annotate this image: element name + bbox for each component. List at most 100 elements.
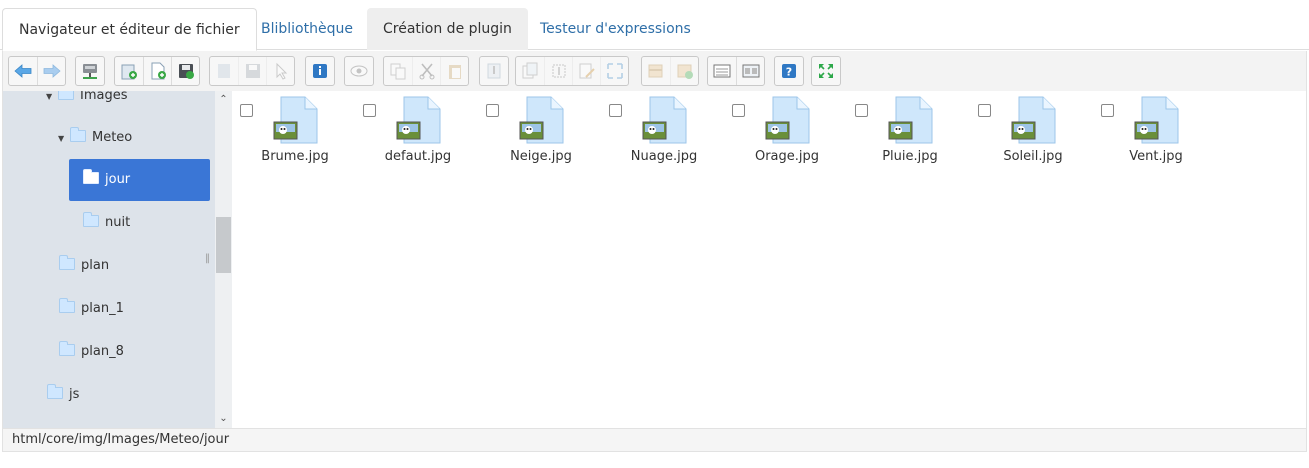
view-list-icon[interactable] [708, 57, 736, 85]
image-file-icon [1134, 96, 1179, 144]
scroll-down-arrow-icon[interactable]: ⌄ [218, 413, 229, 425]
edit-icon[interactable] [572, 57, 600, 85]
file-name: Brume.jpg [261, 149, 329, 164]
image-file-icon [888, 96, 933, 144]
file-checkbox[interactable] [732, 104, 745, 117]
tree-scrollbar[interactable]: ⌃ ⌄ [215, 91, 232, 428]
folder-icon [70, 127, 86, 142]
help-icon[interactable]: ? [775, 57, 803, 85]
file-item[interactable]: Orage.jpg [732, 96, 842, 176]
new-file-icon[interactable] [143, 57, 171, 85]
status-bar-path: html/core/img/Images/Meteo/jour [2, 428, 1307, 452]
file-item[interactable]: Soleil.jpg [978, 96, 1088, 176]
collapse-arrow-icon[interactable]: ▼ [58, 121, 68, 157]
open-group [209, 56, 295, 86]
duplicate-icon[interactable] [516, 57, 544, 85]
resize-grip-icon[interactable]: ‖ [205, 253, 210, 264]
tree-node-plan-8[interactable]: plan_8 [59, 334, 124, 370]
fullscreen-group [811, 56, 841, 86]
archive-group [479, 56, 509, 86]
collapse-arrow-icon[interactable]: ▼ [46, 91, 56, 115]
resize-icon[interactable] [600, 57, 628, 85]
file-item[interactable]: Brume.jpg [240, 96, 350, 176]
back-icon[interactable] [9, 57, 37, 85]
tree-node-plan-1[interactable]: plan_1 [59, 291, 124, 327]
tree-node-js[interactable]: js [47, 377, 79, 413]
open-icon[interactable] [210, 57, 238, 85]
file-checkbox[interactable] [363, 104, 376, 117]
file-name: Soleil.jpg [1003, 149, 1063, 164]
file-name: Vent.jpg [1129, 149, 1183, 164]
tab-library[interactable]: Blibliothèque [245, 8, 369, 50]
folder-icon [58, 91, 74, 100]
file-name: Neige.jpg [510, 149, 572, 164]
view-group [707, 56, 765, 86]
folder-icon [59, 255, 75, 270]
file-checkbox[interactable] [1101, 104, 1114, 117]
save-disabled-icon[interactable] [238, 57, 266, 85]
file-ops-group [114, 56, 200, 86]
clipboard-group [383, 56, 469, 86]
folder-open-icon [83, 169, 99, 184]
folder-tree: ▼ Images ▼ Meteo jour nuit plan plan_1 pla… [2, 91, 232, 428]
extract-icon[interactable] [642, 57, 670, 85]
file-name: Orage.jpg [754, 149, 820, 164]
folder-icon [47, 384, 63, 399]
info-icon[interactable] [306, 57, 334, 85]
file-item[interactable]: Nuage.jpg [609, 96, 719, 176]
select-icon[interactable] [266, 57, 294, 85]
file-item[interactable]: Neige.jpg [486, 96, 596, 176]
image-file-icon [765, 96, 810, 144]
folder-icon [59, 298, 75, 313]
file-checkbox[interactable] [486, 104, 499, 117]
tree-node-meteo[interactable]: ▼ Meteo [58, 120, 132, 156]
preview-icon[interactable] [345, 57, 373, 85]
file-grid: Brume.jpg defaut.jpg Neige.jpg Nuage.jpg… [232, 91, 1307, 428]
save-icon[interactable] [171, 57, 199, 85]
file-item[interactable]: Vent.jpg [1101, 96, 1211, 176]
folder-icon [59, 341, 75, 356]
image-file-icon [396, 96, 441, 144]
file-checkbox[interactable] [978, 104, 991, 117]
fullscreen-icon[interactable] [812, 57, 840, 85]
folder-icon [83, 212, 99, 227]
tab-bar: Navigateur et éditeur de fichier Bliblio… [0, 8, 1309, 51]
view-icons-icon[interactable] [736, 57, 764, 85]
image-file-icon [642, 96, 687, 144]
new-folder-icon[interactable] [115, 57, 143, 85]
image-file-icon [273, 96, 318, 144]
compress-icon[interactable] [670, 57, 698, 85]
svg-text:?: ? [786, 66, 792, 79]
tab-file-editor[interactable]: Navigateur et éditeur de fichier [2, 8, 257, 51]
file-checkbox[interactable] [855, 104, 868, 117]
tree-node-plan[interactable]: plan [59, 248, 109, 284]
scrollbar-thumb[interactable] [216, 217, 231, 273]
image-file-icon [1011, 96, 1056, 144]
tab-plugin-creation[interactable]: Création de plugin [367, 8, 528, 50]
copy-icon[interactable] [384, 57, 412, 85]
file-name: Pluie.jpg [882, 149, 938, 164]
forward-icon[interactable] [37, 57, 65, 85]
file-name: defaut.jpg [384, 149, 452, 164]
rename-icon[interactable] [544, 57, 572, 85]
tree-node-jour[interactable]: jour [69, 159, 210, 201]
archive-icon[interactable] [480, 57, 508, 85]
tree-node-nuit[interactable]: nuit [83, 205, 130, 241]
file-checkbox[interactable] [609, 104, 622, 117]
compress-group [641, 56, 699, 86]
edit-group [515, 56, 629, 86]
nav-group [8, 56, 66, 86]
file-checkbox[interactable] [240, 104, 253, 117]
tree-node-images[interactable]: ▼ Images [46, 91, 128, 114]
paste-icon[interactable] [440, 57, 468, 85]
info-group [305, 56, 335, 86]
scroll-up-arrow-icon[interactable]: ⌃ [218, 94, 229, 106]
file-item[interactable]: defaut.jpg [363, 96, 473, 176]
drive-group [75, 56, 105, 86]
network-drive-icon[interactable] [76, 57, 104, 85]
cut-icon[interactable] [412, 57, 440, 85]
file-item[interactable]: Pluie.jpg [855, 96, 965, 176]
help-group: ? [774, 56, 804, 86]
file-name: Nuage.jpg [630, 149, 698, 164]
tab-expression-tester[interactable]: Testeur d'expressions [524, 8, 707, 50]
